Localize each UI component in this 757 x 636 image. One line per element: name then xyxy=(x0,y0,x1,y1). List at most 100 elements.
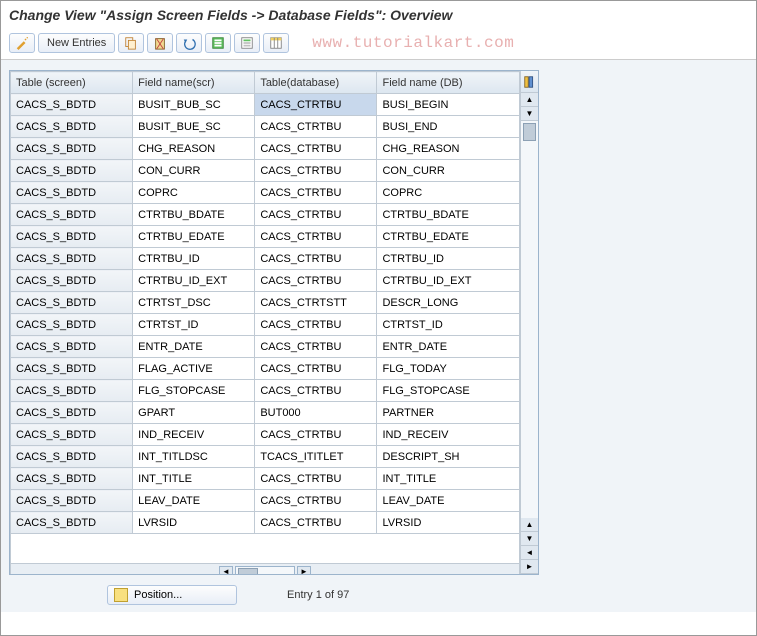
table-cell[interactable]: LVRSID xyxy=(133,512,255,534)
table-cell[interactable]: CACS_CTRTBU xyxy=(255,204,377,226)
col-header-field-name-db[interactable]: Field name (DB) xyxy=(377,72,520,94)
table-cell[interactable]: CACS_S_BDTD xyxy=(11,512,133,534)
configure-columns-button[interactable] xyxy=(521,71,538,93)
table-cell[interactable]: CHG_REASON xyxy=(133,138,255,160)
table-cell[interactable]: CACS_CTRTBU xyxy=(255,248,377,270)
table-cell[interactable]: CTRTBU_BDATE xyxy=(377,204,520,226)
table-row[interactable]: CACS_S_BDTDCON_CURRCACS_CTRTBUCON_CURR xyxy=(11,160,520,182)
table-row[interactable]: CACS_S_BDTDCTRTST_DSCCACS_CTRTSTTDESCR_L… xyxy=(11,292,520,314)
table-cell[interactable]: INT_TITLDSC xyxy=(133,446,255,468)
position-button[interactable]: Position... xyxy=(107,585,237,605)
table-cell[interactable]: LEAV_DATE xyxy=(377,490,520,512)
scroll-left2-button[interactable]: ◄ xyxy=(521,546,538,560)
vscroll-thumb[interactable] xyxy=(523,123,536,141)
table-row[interactable]: CACS_S_BDTDFLAG_ACTIVECACS_CTRTBUFLG_TOD… xyxy=(11,358,520,380)
table-row[interactable]: CACS_S_BDTDCTRTBU_BDATECACS_CTRTBUCTRTBU… xyxy=(11,204,520,226)
table-cell[interactable]: CACS_CTRTBU xyxy=(255,182,377,204)
table-cell[interactable]: PARTNER xyxy=(377,402,520,424)
table-cell[interactable]: CACS_S_BDTD xyxy=(11,490,133,512)
deselect-all-button[interactable] xyxy=(234,33,260,53)
save-button[interactable] xyxy=(263,33,289,53)
table-row[interactable]: CACS_S_BDTDCOPRCCACS_CTRTBUCOPRC xyxy=(11,182,520,204)
table-cell[interactable]: CACS_S_BDTD xyxy=(11,292,133,314)
table-cell[interactable]: CACS_CTRTBU xyxy=(255,314,377,336)
table-cell[interactable]: CTRTST_ID xyxy=(377,314,520,336)
table-cell[interactable]: BUSI_BEGIN xyxy=(377,94,520,116)
table-cell[interactable]: CACS_S_BDTD xyxy=(11,358,133,380)
table-cell[interactable]: CACS_CTRTBU xyxy=(255,94,377,116)
table-cell[interactable]: CHG_REASON xyxy=(377,138,520,160)
table-cell[interactable]: CACS_S_BDTD xyxy=(11,94,133,116)
table-cell[interactable]: CACS_CTRTBU xyxy=(255,358,377,380)
table-row[interactable]: CACS_S_BDTDCTRTST_IDCACS_CTRTBUCTRTST_ID xyxy=(11,314,520,336)
col-header-field-name-scr[interactable]: Field name(scr) xyxy=(133,72,255,94)
scroll-track[interactable] xyxy=(235,566,295,575)
table-cell[interactable]: CACS_S_BDTD xyxy=(11,204,133,226)
delete-button[interactable] xyxy=(147,33,173,53)
table-row[interactable]: CACS_S_BDTDLVRSIDCACS_CTRTBULVRSID xyxy=(11,512,520,534)
undo-button[interactable] xyxy=(176,33,202,53)
table-cell[interactable]: CON_CURR xyxy=(377,160,520,182)
select-all-button[interactable] xyxy=(205,33,231,53)
table-row[interactable]: CACS_S_BDTDIND_RECEIVCACS_CTRTBUIND_RECE… xyxy=(11,424,520,446)
table-row[interactable]: CACS_S_BDTDBUSIT_BUE_SCCACS_CTRTBUBUSI_E… xyxy=(11,116,520,138)
table-cell[interactable]: CACS_S_BDTD xyxy=(11,116,133,138)
table-cell[interactable]: CTRTST_ID xyxy=(133,314,255,336)
table-cell[interactable]: FLG_STOPCASE xyxy=(377,380,520,402)
table-row[interactable]: CACS_S_BDTDLEAV_DATECACS_CTRTBULEAV_DATE xyxy=(11,490,520,512)
scroll-right-button[interactable]: ► xyxy=(297,566,311,575)
table-cell[interactable]: BUSIT_BUE_SC xyxy=(133,116,255,138)
table-cell[interactable]: IND_RECEIV xyxy=(133,424,255,446)
table-row[interactable]: CACS_S_BDTDFLG_STOPCASECACS_CTRTBUFLG_ST… xyxy=(11,380,520,402)
table-cell[interactable]: CACS_S_BDTD xyxy=(11,380,133,402)
horizontal-scrollbar[interactable]: ◄ ► xyxy=(11,566,519,575)
table-cell[interactable]: CACS_CTRTBU xyxy=(255,116,377,138)
table-cell[interactable]: ENTR_DATE xyxy=(377,336,520,358)
toggle-button[interactable] xyxy=(9,33,35,53)
table-cell[interactable]: GPART xyxy=(133,402,255,424)
table-cell[interactable]: CACS_S_BDTD xyxy=(11,446,133,468)
table-row[interactable]: CACS_S_BDTDCTRTBU_EDATECACS_CTRTBUCTRTBU… xyxy=(11,226,520,248)
table-cell[interactable]: DESCR_LONG xyxy=(377,292,520,314)
col-header-table-screen[interactable]: Table (screen) xyxy=(11,72,133,94)
table-cell[interactable]: CTRTST_DSC xyxy=(133,292,255,314)
table-cell[interactable]: BUSI_END xyxy=(377,116,520,138)
table-cell[interactable]: CTRTBU_EDATE xyxy=(133,226,255,248)
table-cell[interactable]: IND_RECEIV xyxy=(377,424,520,446)
table-cell[interactable]: CACS_S_BDTD xyxy=(11,424,133,446)
table-cell[interactable]: CACS_CTRTSTT xyxy=(255,292,377,314)
new-entries-button[interactable]: New Entries xyxy=(38,33,115,53)
table-cell[interactable]: BUSIT_BUB_SC xyxy=(133,94,255,116)
table-cell[interactable]: ENTR_DATE xyxy=(133,336,255,358)
table-cell[interactable]: TCACS_ITITLET xyxy=(255,446,377,468)
scroll-down-button[interactable]: ▼ xyxy=(521,107,538,121)
col-header-table-database[interactable]: Table(database) xyxy=(255,72,377,94)
table-cell[interactable]: CACS_CTRTBU xyxy=(255,490,377,512)
table-cell[interactable]: LVRSID xyxy=(377,512,520,534)
copy-button[interactable] xyxy=(118,33,144,53)
table-cell[interactable]: DESCRIPT_SH xyxy=(377,446,520,468)
table-cell[interactable]: CACS_CTRTBU xyxy=(255,226,377,248)
table-cell[interactable]: COPRC xyxy=(377,182,520,204)
table-cell[interactable]: INT_TITLE xyxy=(377,468,520,490)
table-cell[interactable]: CACS_S_BDTD xyxy=(11,336,133,358)
table-row[interactable]: CACS_S_BDTDCHG_REASONCACS_CTRTBUCHG_REAS… xyxy=(11,138,520,160)
table-cell[interactable]: CTRTBU_BDATE xyxy=(133,204,255,226)
table-cell[interactable]: CACS_S_BDTD xyxy=(11,402,133,424)
table-cell[interactable]: BUT000 xyxy=(255,402,377,424)
table-cell[interactable]: CACS_CTRTBU xyxy=(255,138,377,160)
table-cell[interactable]: CON_CURR xyxy=(133,160,255,182)
table-row[interactable]: CACS_S_BDTDGPARTBUT000PARTNER xyxy=(11,402,520,424)
table-cell[interactable]: CACS_S_BDTD xyxy=(11,468,133,490)
table-cell[interactable]: CTRTBU_ID xyxy=(377,248,520,270)
table-cell[interactable]: LEAV_DATE xyxy=(133,490,255,512)
table-cell[interactable]: CTRTBU_ID_EXT xyxy=(377,270,520,292)
table-cell[interactable]: FLAG_ACTIVE xyxy=(133,358,255,380)
table-cell[interactable]: CACS_S_BDTD xyxy=(11,182,133,204)
scroll-left-button[interactable]: ◄ xyxy=(219,566,233,575)
table-cell[interactable]: CTRTBU_ID_EXT xyxy=(133,270,255,292)
table-row[interactable]: CACS_S_BDTDINT_TITLDSCTCACS_ITITLETDESCR… xyxy=(11,446,520,468)
table-row[interactable]: CACS_S_BDTDCTRTBU_IDCACS_CTRTBUCTRTBU_ID xyxy=(11,248,520,270)
scroll-down2-button[interactable]: ▼ xyxy=(521,532,538,546)
table-row[interactable]: CACS_S_BDTDBUSIT_BUB_SCCACS_CTRTBUBUSI_B… xyxy=(11,94,520,116)
